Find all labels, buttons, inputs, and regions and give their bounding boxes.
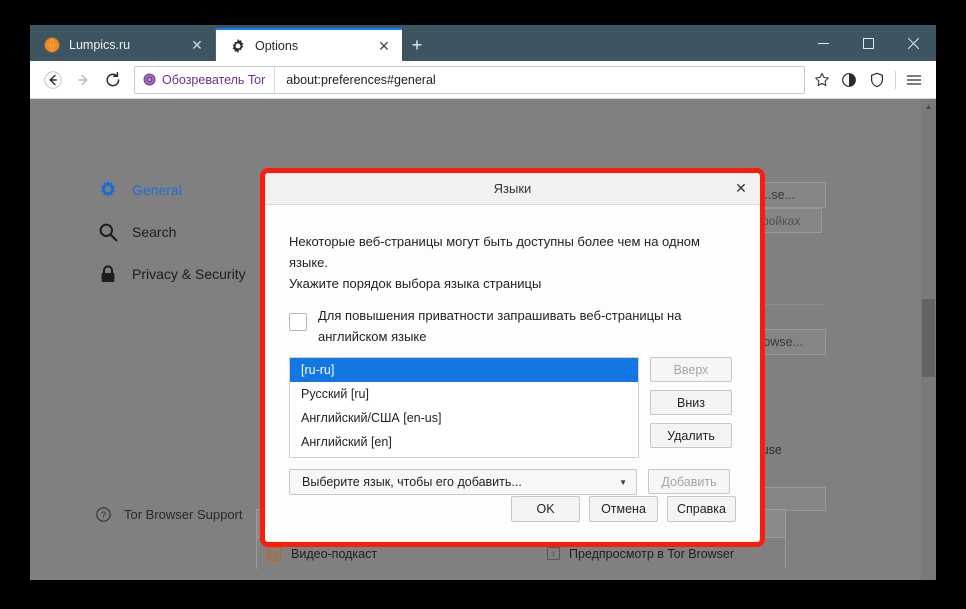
language-select-value: Выберите язык, чтобы его добавить... xyxy=(302,475,522,489)
maximize-icon[interactable] xyxy=(846,25,891,61)
languages-dialog: Языки ✕ Некоторые веб-страницы могут быт… xyxy=(260,168,765,547)
close-icon[interactable]: ✕ xyxy=(189,37,205,53)
add-language-row: Выберите язык, чтобы его добавить... ▼ Д… xyxy=(289,469,736,495)
action-label: Предпросмотр в Tor Browser xyxy=(569,546,735,561)
shield-icon[interactable] xyxy=(863,65,891,95)
window-controls xyxy=(801,25,936,61)
dialog-paragraph-line-2: Укажите порядок выбора языка страницы xyxy=(289,276,542,291)
lock-icon xyxy=(101,265,115,282)
svg-text:t: t xyxy=(552,550,555,559)
circle-half-icon[interactable] xyxy=(835,65,863,95)
dialog-title-bar: Языки ✕ xyxy=(265,173,760,205)
dialog-footer: OK Отмена Справка xyxy=(511,496,736,522)
ok-button[interactable]: OK xyxy=(511,496,580,522)
help-button[interactable]: Справка xyxy=(667,496,736,522)
english-privacy-checkbox-label: Для повышения приватности запрашивать ве… xyxy=(318,308,682,344)
cell-action: t Предпросмотр в Tor Browser xyxy=(535,547,785,561)
tor-browser-support-link[interactable]: ? Tor Browser Support xyxy=(96,507,243,522)
preview-icon: t xyxy=(547,547,560,560)
chevron-down-icon: ▼ xyxy=(619,477,627,487)
sidebar-item-label: Privacy & Security xyxy=(132,266,246,282)
identity-box[interactable]: Обозреватель Tor xyxy=(135,66,276,93)
gear-icon xyxy=(232,38,244,53)
dialog-body: Некоторые веб-страницы могут быть доступ… xyxy=(265,205,760,542)
tab-lumpics[interactable]: Lumpics.ru ✕ xyxy=(30,29,216,61)
content-type-label: Видео-подкаст xyxy=(291,546,378,561)
list-item[interactable]: Английский [en] xyxy=(290,430,638,454)
list-item[interactable]: [ru-ru] xyxy=(290,358,638,382)
support-label: Tor Browser Support xyxy=(124,507,243,522)
back-icon[interactable] xyxy=(38,65,68,95)
move-up-button[interactable]: Вверх xyxy=(650,357,732,382)
sidebar-item-label: Search xyxy=(132,224,177,240)
move-down-button[interactable]: Вниз xyxy=(650,390,732,415)
svg-text:?: ? xyxy=(101,510,106,520)
reload-icon[interactable] xyxy=(98,65,128,95)
tab-label: Lumpics.ru xyxy=(69,38,131,52)
tor-onion-icon xyxy=(143,73,156,86)
minimize-icon[interactable] xyxy=(801,25,846,61)
remove-language-button[interactable]: Удалить xyxy=(650,423,732,448)
scrollbar-thumb[interactable] xyxy=(922,299,935,377)
rss-feed-icon xyxy=(267,546,281,561)
tab-options[interactable]: Options ✕ xyxy=(216,28,402,61)
identity-label: Обозреватель Tor xyxy=(162,72,266,87)
dialog-paragraph-line-1: Некоторые веб-страницы могут быть доступ… xyxy=(289,234,700,270)
sidebar-item-general[interactable]: General xyxy=(68,169,258,211)
sidebar-item-search[interactable]: Search xyxy=(68,211,258,253)
preferences-sidebar: General Search Privacy & Security xyxy=(68,169,258,295)
star-icon[interactable] xyxy=(809,67,835,93)
sidebar-item-privacy-security[interactable]: Privacy & Security xyxy=(68,253,258,295)
close-icon[interactable]: ✕ xyxy=(376,38,392,54)
magnifier-icon xyxy=(99,223,118,242)
url-bar[interactable]: Обозреватель Tor about:preferences#gener… xyxy=(134,65,805,94)
tab-strip: Lumpics.ru ✕ Options ✕ + xyxy=(30,25,936,61)
url-text[interactable]: about:preferences#general xyxy=(275,73,435,87)
tab-label: Options xyxy=(255,38,299,53)
sidebar-item-label: General xyxy=(132,182,182,198)
close-icon[interactable]: ✕ xyxy=(730,173,752,204)
globe-orange-icon xyxy=(44,37,60,53)
navigation-toolbar: Обозреватель Tor about:preferences#gener… xyxy=(30,61,936,99)
language-order-buttons: Вверх Вниз Удалить xyxy=(650,357,732,458)
scroll-up-arrow-icon[interactable]: ▲ xyxy=(921,99,936,114)
new-tab-button[interactable]: + xyxy=(402,29,432,61)
cell-content-type: Видео-подкаст xyxy=(257,546,535,561)
add-language-button[interactable]: Добавить xyxy=(648,469,730,494)
language-list[interactable]: [ru-ru] Русский [ru] Английский/США [en-… xyxy=(289,357,639,458)
english-privacy-checkbox-row[interactable]: Для повышения приватности запрашивать ве… xyxy=(289,305,736,347)
gear-icon xyxy=(100,180,116,198)
language-select[interactable]: Выберите язык, чтобы его добавить... ▼ xyxy=(289,469,637,495)
forward-icon[interactable] xyxy=(68,65,98,95)
question-circle-icon: ? xyxy=(96,507,111,522)
close-window-icon[interactable] xyxy=(891,25,936,61)
language-order-area: [ru-ru] Русский [ru] Английский/США [en-… xyxy=(289,357,736,458)
browse-button-label: ...se... xyxy=(760,188,796,202)
list-item[interactable]: Русский [ru] xyxy=(290,382,638,406)
toolbar-divider xyxy=(895,70,896,89)
toolbar-icons xyxy=(835,65,928,95)
english-privacy-checkbox[interactable] xyxy=(289,313,307,331)
cancel-button[interactable]: Отмена xyxy=(589,496,658,522)
dialog-title: Языки xyxy=(493,181,532,196)
list-item[interactable]: Английский/США [en-us] xyxy=(290,406,638,430)
browser-window: Lumpics.ru ✕ Options ✕ + Обозреватель To… xyxy=(30,25,936,580)
page-scrollbar[interactable]: ▲ xyxy=(921,99,936,580)
hamburger-menu-icon[interactable] xyxy=(900,65,928,95)
screenshot-root: Lumpics.ru ✕ Options ✕ + Обозреватель To… xyxy=(0,0,966,609)
